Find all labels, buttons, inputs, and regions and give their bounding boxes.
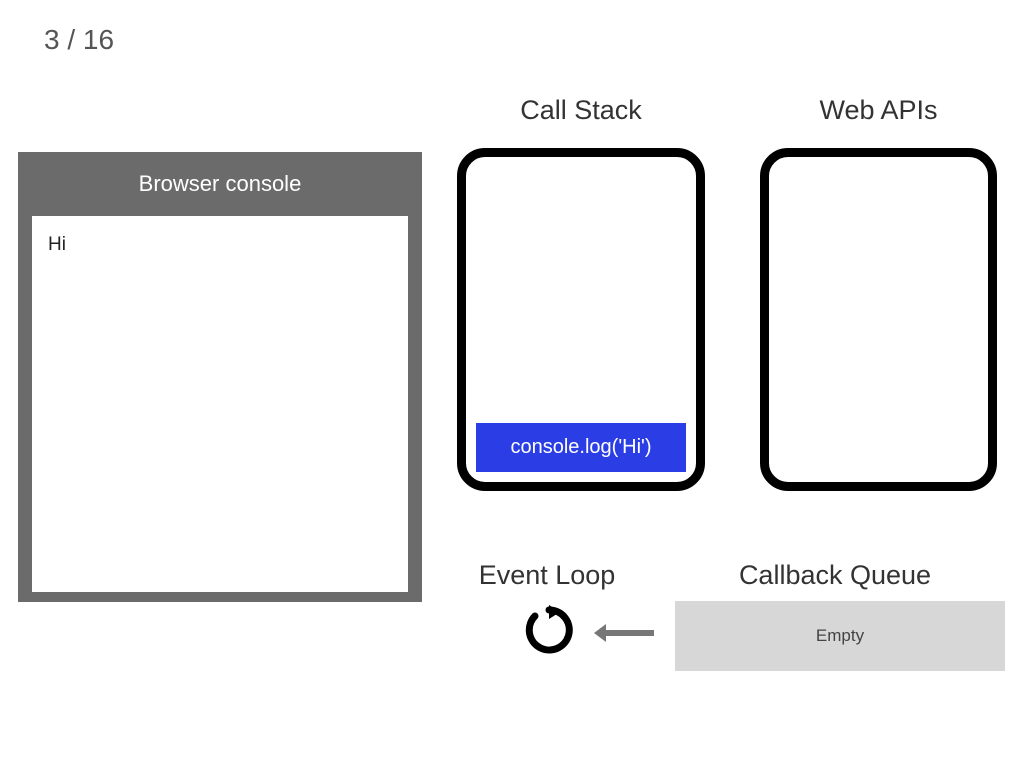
web-apis-box — [760, 148, 997, 491]
browser-console: Browser console Hi — [18, 152, 422, 602]
event-loop-heading: Event Loop — [467, 560, 627, 591]
callback-queue-heading: Callback Queue — [700, 560, 970, 591]
stack-frame: console.log('Hi') — [476, 423, 686, 472]
slide-counter: 3 / 16 — [44, 24, 114, 56]
call-stack-heading: Call Stack — [457, 95, 705, 126]
callback-queue-status: Empty — [816, 626, 864, 646]
call-stack-box: console.log('Hi') — [457, 148, 705, 491]
browser-console-body: Hi — [32, 216, 408, 592]
web-apis-heading: Web APIs — [760, 95, 997, 126]
arrow-left-icon — [604, 630, 654, 636]
callback-queue-box: Empty — [675, 601, 1005, 671]
console-line: Hi — [48, 234, 392, 256]
browser-console-title: Browser console — [18, 152, 422, 216]
loop-icon — [524, 605, 574, 655]
